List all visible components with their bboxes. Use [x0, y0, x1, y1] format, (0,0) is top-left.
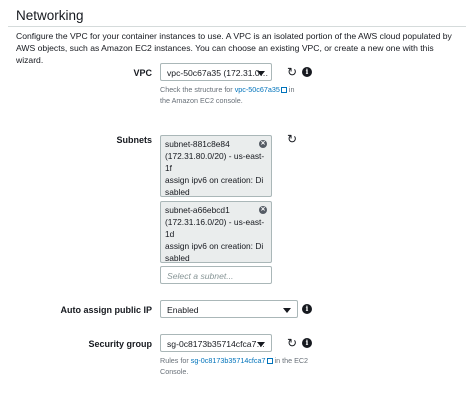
info-icon[interactable]: i [302, 338, 312, 348]
auto-assign-ip-label: Auto assign public IP [60, 305, 152, 315]
info-icon[interactable]: i [302, 67, 312, 77]
refresh-icon[interactable]: ↻ [287, 133, 297, 145]
refresh-icon[interactable]: ↻ [287, 337, 297, 349]
security-group-select[interactable]: sg-0c8173b35714cfca7… [160, 334, 272, 352]
subnets-label: Subnets [116, 135, 152, 145]
close-icon[interactable]: ✕ [259, 140, 267, 148]
chevron-down-icon [283, 308, 291, 313]
subnet-search-input[interactable]: Select a subnet... [160, 266, 272, 284]
vpc-help-text: Check the structure for vpc-50c67a35 in … [160, 85, 295, 105]
section-divider [8, 26, 466, 27]
subnet-token: subnet-881c8e84 (172.31.80.0/20) - us-ea… [160, 135, 272, 197]
section-description: Configure the VPC for your container ins… [16, 31, 452, 65]
chevron-down-icon [257, 342, 265, 347]
subnet-token: subnet-a66ebcd1 (172.31.16.0/20) - us-ea… [160, 201, 272, 263]
vpc-select-value: vpc-50c67a35 (172.31.0… [167, 68, 269, 78]
chevron-down-icon [257, 71, 265, 76]
security-group-help-text: Rules for sg-0c8173b35714cfca7 in the EC… [160, 356, 309, 376]
info-icon[interactable]: i [302, 304, 312, 314]
external-link-icon [266, 358, 273, 364]
vpc-select[interactable]: vpc-50c67a35 (172.31.0… [160, 63, 272, 81]
vpc-label: VPC [133, 68, 152, 78]
close-icon[interactable]: ✕ [259, 206, 267, 214]
security-group-label: Security group [88, 339, 152, 349]
vpc-link[interactable]: vpc-50c67a35 [235, 85, 280, 94]
auto-assign-ip-select[interactable]: Enabled [160, 300, 298, 318]
refresh-icon[interactable]: ↻ [287, 66, 297, 78]
external-link-icon [280, 87, 287, 93]
section-title: Networking [16, 8, 84, 23]
security-group-link[interactable]: sg-0c8173b35714cfca7 [191, 356, 266, 365]
